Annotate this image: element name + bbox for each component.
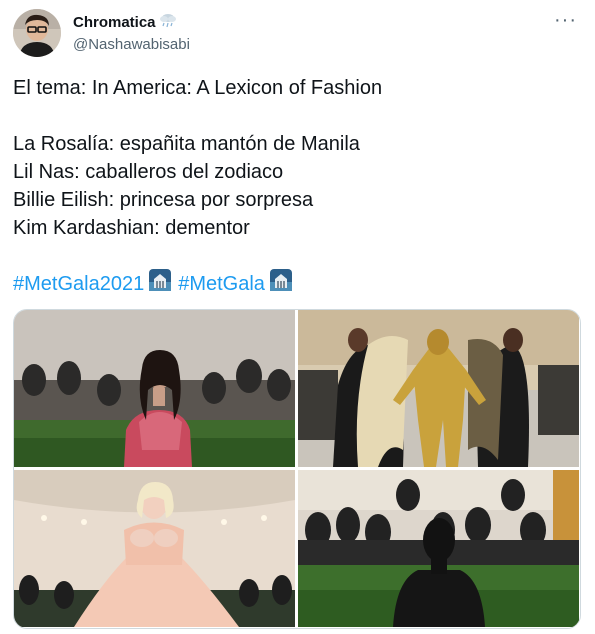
tweet-header: Chromatica @Nashawabisabi	[73, 12, 190, 53]
user-handle[interactable]: @Nashawabisabi	[73, 36, 190, 53]
hashtag-metgala[interactable]: #MetGala	[178, 270, 265, 298]
more-options-icon[interactable]: ···	[554, 10, 577, 30]
met-gala-hashflag-icon	[148, 268, 172, 300]
rosalia-photo[interactable]	[14, 310, 295, 467]
cloud-emoji-icon	[159, 12, 177, 33]
display-name[interactable]: Chromatica	[73, 14, 156, 31]
lil-nas-photo[interactable]	[298, 310, 579, 467]
tweet-text: El tema: In America: A Lexicon of Fashio…	[13, 74, 583, 242]
tweet-line-theme: El tema: In America: A Lexicon of Fashio…	[13, 77, 383, 99]
tweet-line-kim: Kim Kardashian: dementor	[13, 217, 250, 239]
tweet-line-lil-nas: Lil Nas: caballeros del zodiaco	[13, 161, 284, 183]
hashtag-metgala2021[interactable]: #MetGala2021	[13, 270, 144, 298]
media-grid	[13, 309, 581, 629]
avatar[interactable]	[13, 9, 61, 57]
tweet-line-billie: Billie Eilish: princesa por sorpresa	[13, 189, 314, 211]
kim-kardashian-photo[interactable]	[298, 470, 579, 627]
met-gala-hashflag-icon	[269, 268, 293, 300]
tweet: Chromatica @Nashawabisabi ··· El tema: I…	[0, 0, 595, 634]
billie-eilish-photo[interactable]	[14, 470, 295, 627]
tweet-line-rosalia: La Rosalía: españita mantón de Manila	[13, 133, 360, 155]
hashtags-row: #MetGala2021 #MetGala	[13, 268, 299, 300]
